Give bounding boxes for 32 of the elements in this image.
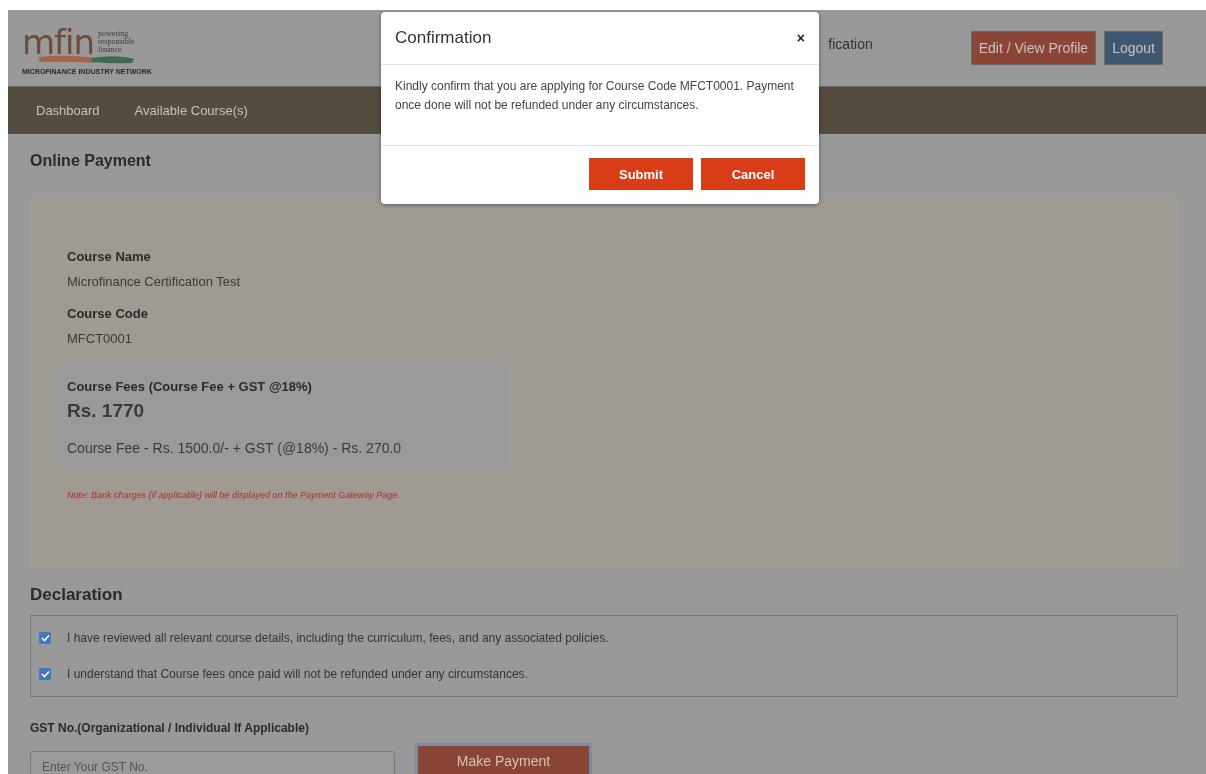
nav-link[interactable]: Available Course(s) [134,103,248,118]
gst-input-field[interactable]: Enter Your GST No. [30,751,395,774]
nav-link[interactable]: Dashboard [36,103,100,118]
make-payment-button[interactable]: Make Payment [415,743,592,774]
gst-label: GST No.(Organizational / Individual If Applicable) [30,721,310,735]
fee-breakdown: Course Fee - Rs. 1500.0/- + GST (@18%) - Rs. 270.0 [67,440,403,456]
field-label: Course Name [67,249,152,264]
fee-label: Course Fees (Course Fee + GST @18%) [67,379,313,394]
brush-stroke-icon [36,53,136,64]
logo-tagline: powering [98,29,129,38]
dialog-title: Confirmation [395,28,492,48]
field-value: Microfinance Certification Test [67,274,242,289]
dialog-message: Kindly confirm that you are applying for Course Code MFCT0001. Payment once done will not be refunded under any circumstances. [381,65,819,146]
logo-tagline: finance [98,45,122,54]
checkbox[interactable] [39,668,51,680]
logo-wordmark: mfin [22,25,95,58]
logout-button[interactable]: Logout [1104,31,1163,65]
declaration-text: I have reviewed all relevant course details, including the curriculum, fees, and any associated policies. [67,631,609,645]
bank-charges-note: Note: Bank charges (if applicable) will be displayed on the Payment Gateway Page. [67,490,401,500]
checkbox[interactable] [39,632,51,644]
fee-amount: Rs. 1770 [67,400,146,422]
section-title: Declaration [30,585,124,605]
declaration-text: I understand that Course fees once paid will not be refunded under any circumstances. [67,667,528,681]
page-title: Online Payment [30,152,152,170]
logo-tagline: responsible [98,37,135,46]
submit-button[interactable]: Submit [589,158,693,190]
cancel-button[interactable]: Cancel [701,158,805,190]
close-button[interactable]: × [796,30,805,46]
field-label: Course Code [67,306,149,321]
menu-link[interactable]: fication [828,36,873,52]
profile-button[interactable]: Edit / View Profile [970,31,1097,65]
field-value: MFCT0001 [67,331,134,346]
